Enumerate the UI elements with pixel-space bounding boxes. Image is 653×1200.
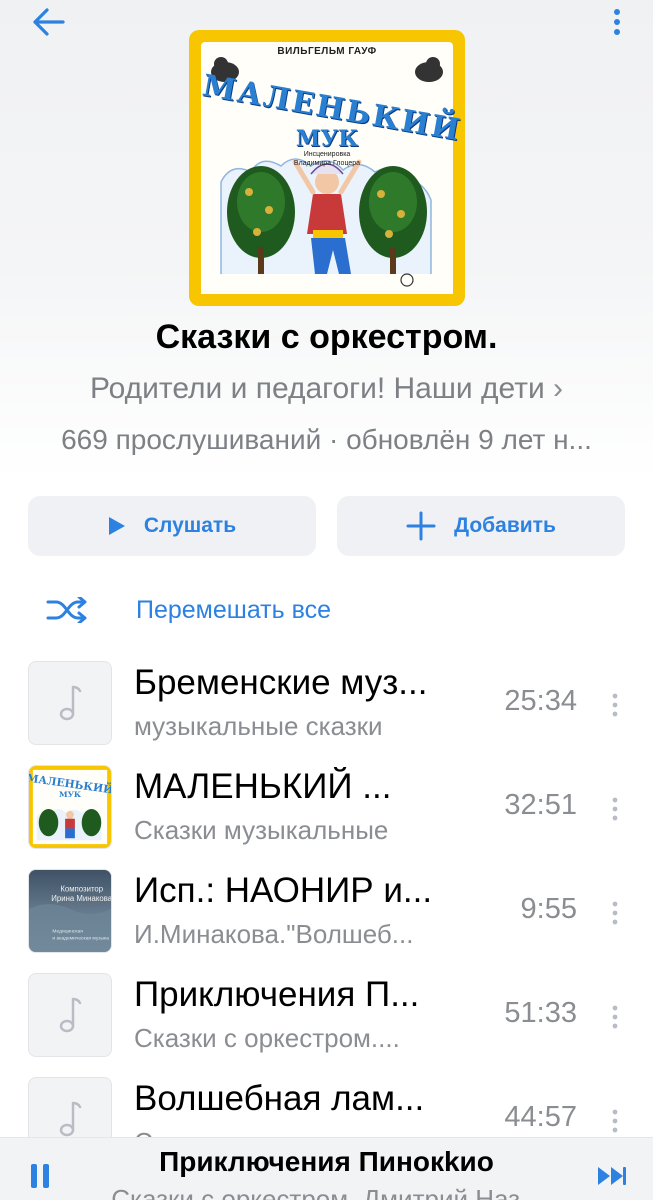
track-row[interactable]: Бременские муз... музыкальные сказки 25:… — [0, 661, 653, 765]
track-thumb — [28, 661, 112, 745]
add-button[interactable]: Добавить — [337, 496, 625, 556]
track-row[interactable]: Приключения П... Сказки с оркестром.... … — [0, 973, 653, 1077]
more-vertical-icon — [612, 797, 618, 821]
cover-credit: Инсценировка Владимира Глоцера — [293, 151, 361, 167]
track-subtitle: Сказки музыкальные — [134, 815, 389, 845]
more-vertical-icon — [612, 1109, 618, 1133]
track-row[interactable]: Композитор Ирина Минакова Медицинская и … — [0, 869, 653, 973]
listen-button[interactable]: Слушать — [28, 496, 316, 556]
track-title: Бременские муз... — [134, 663, 428, 702]
svg-text:и академическая музыка: и академическая музыка — [52, 936, 109, 941]
player-track-title: Приключения Пинокkио — [159, 1146, 494, 1177]
track-thumb — [28, 973, 112, 1057]
playlist-title: Сказки с оркестром. — [155, 318, 498, 356]
track-subtitle: музыкальные сказки — [134, 711, 383, 741]
track-more-button[interactable] — [608, 997, 622, 1037]
svg-text:Ирина Минакова: Ирина Минакова — [51, 894, 111, 903]
music-note-icon — [59, 997, 82, 1033]
music-note-icon — [59, 1101, 82, 1137]
mini-player[interactable]: Приключения Пинокkио Сказки с оркестром.… — [0, 1137, 653, 1200]
track-more-button[interactable] — [608, 893, 622, 933]
cover-art-thumb: МАЛЕНЬКИЙ МУК — [29, 769, 111, 845]
back-button[interactable] — [24, 0, 72, 44]
more-vertical-icon — [612, 693, 618, 717]
track-title: МАЛЕНЬКИЙ ... — [134, 767, 392, 806]
pause-icon — [31, 1164, 49, 1188]
more-vertical-icon — [612, 1005, 618, 1029]
shuffle-all-button[interactable]: Перемешать все — [46, 588, 331, 632]
more-menu-button[interactable] — [603, 0, 631, 44]
track-title: Приключения П... — [134, 975, 420, 1014]
more-vertical-icon — [614, 9, 620, 35]
track-subtitle: И.Минакова."Волшеб... — [134, 919, 414, 949]
svg-text:Медицинская: Медицинская — [52, 928, 83, 934]
shuffle-icon — [46, 597, 87, 623]
track-duration: 51:33 — [504, 997, 577, 1029]
track-more-button[interactable] — [608, 789, 622, 829]
cover-author: ВИЛЬГЕЛЬМ ГАУФ — [277, 46, 377, 57]
track-title: Исп.: НАОНИР и... — [134, 871, 433, 910]
svg-text:Композитор: Композитор — [60, 884, 103, 893]
track-thumb: Композитор Ирина Минакова Медицинская и … — [28, 869, 112, 953]
arrow-left-icon — [33, 8, 65, 36]
track-duration: 9:55 — [520, 893, 577, 925]
more-vertical-icon — [612, 901, 618, 925]
track-duration: 32:51 — [504, 789, 577, 821]
track-thumb: МАЛЕНЬКИЙ МУК — [28, 765, 112, 849]
pause-button[interactable] — [28, 1162, 54, 1190]
music-note-icon — [59, 685, 82, 721]
track-more-button[interactable] — [608, 1101, 622, 1141]
track-duration: 44:57 — [504, 1101, 577, 1133]
skip-forward-icon — [598, 1167, 626, 1185]
chevron-right-icon: › — [553, 372, 564, 405]
album-art-thumb: Композитор Ирина Минакова Медицинская и … — [29, 870, 111, 952]
playlist-cover: ВИЛЬГЕЛЬМ ГАУФ МАЛЕНЬКИЙ МУК Инсценировк… — [189, 30, 465, 306]
track-duration: 25:34 — [504, 685, 577, 717]
playlist-description[interactable]: Родители и педагоги! Наши дети › — [30, 372, 623, 406]
svg-text:МУК: МУК — [59, 790, 82, 799]
playlist-stats: 669 прослушиваний · обновлён 9 лет н... — [61, 424, 592, 455]
track-row[interactable]: МАЛЕНЬКИЙ МУК МАЛЕНЬКИЙ ... Сказки музык… — [0, 765, 653, 869]
plus-icon — [406, 511, 436, 541]
next-track-button[interactable] — [596, 1164, 628, 1188]
track-more-button[interactable] — [608, 685, 622, 725]
track-subtitle: Сказки с оркестром.... — [134, 1023, 400, 1053]
track-title: Волшебная лам... — [134, 1079, 425, 1118]
player-track-subtitle: Сказки с оркестром. Дмитрий Наз... — [111, 1184, 542, 1200]
cover-subtitle: МУК — [295, 126, 359, 152]
play-icon — [108, 517, 125, 535]
